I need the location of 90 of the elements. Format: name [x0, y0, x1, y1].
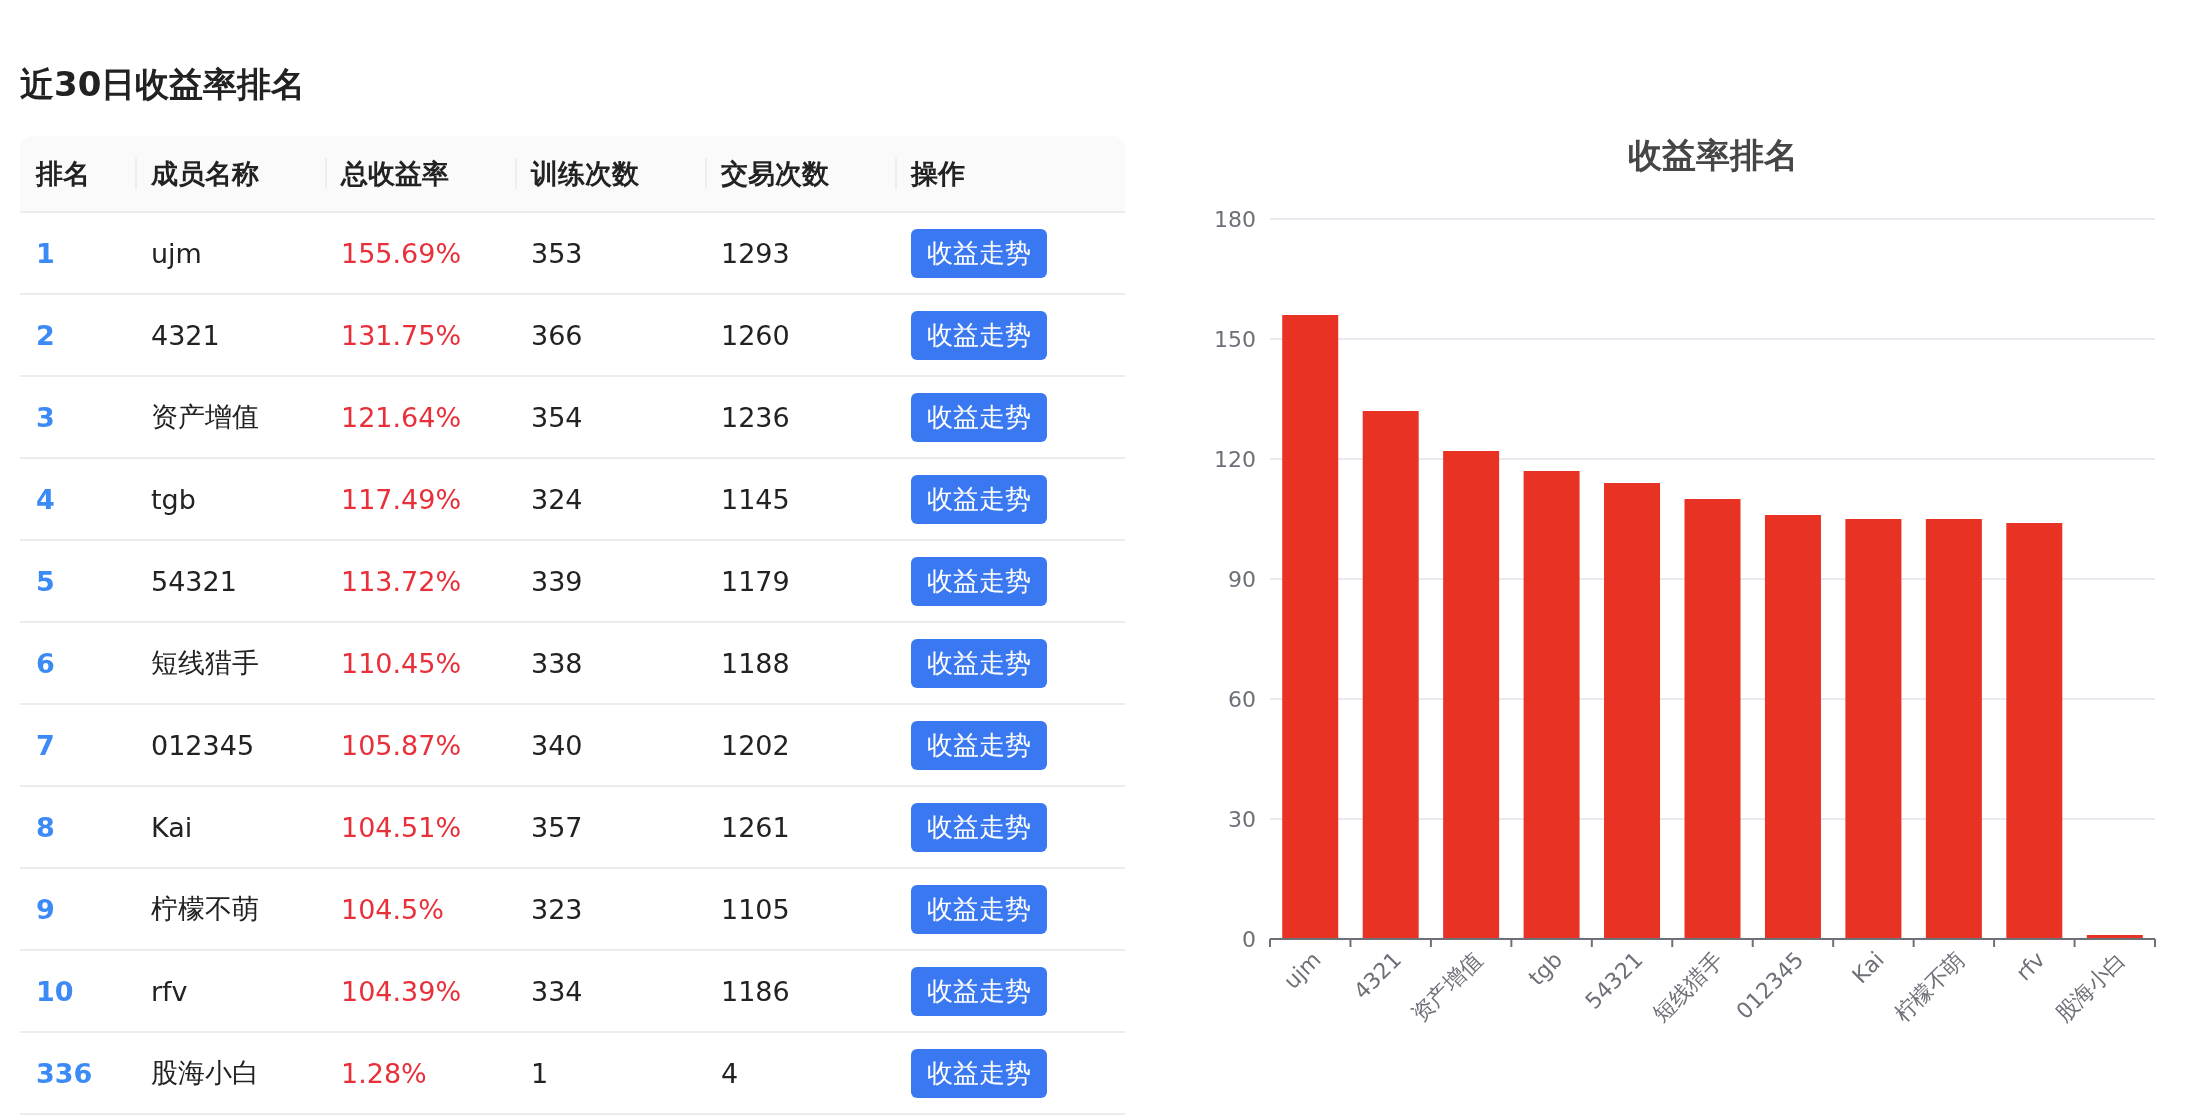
member-name: 012345	[151, 729, 255, 761]
rank-number: 8	[36, 811, 55, 843]
return-rate: 110.45%	[341, 647, 462, 679]
trade-count: 1105	[721, 893, 790, 925]
return-rate: 131.75%	[341, 319, 462, 351]
x-tick-label: 资产增值	[1406, 946, 1487, 1027]
trade-count: 1188	[721, 647, 790, 679]
x-tick-label: ujm	[1278, 946, 1326, 994]
column-header: 总收益率	[325, 136, 515, 211]
rank-number: 336	[36, 1057, 93, 1089]
member-name: Kai	[151, 811, 193, 843]
rank-number: 1	[36, 237, 55, 269]
rank-number: 10	[36, 975, 74, 1007]
x-tick-label: tgb	[1523, 946, 1568, 991]
training-count: 353	[531, 237, 583, 269]
y-tick-label: 120	[1214, 447, 1256, 472]
trend-button[interactable]: 收益走势	[911, 1048, 1047, 1098]
trade-count: 1236	[721, 401, 790, 433]
x-tick-label: 柠檬不萌	[1889, 946, 1970, 1027]
rank-number: 9	[36, 893, 55, 925]
trend-button[interactable]: 收益走势	[911, 392, 1047, 442]
rank-number: 5	[36, 565, 55, 597]
trend-button[interactable]: 收益走势	[911, 474, 1047, 524]
training-count: 354	[531, 401, 583, 433]
trade-count: 4	[721, 1057, 739, 1089]
return-rate: 104.39%	[341, 975, 462, 1007]
trend-button[interactable]: 收益走势	[911, 884, 1047, 934]
column-header: 交易次数	[705, 136, 895, 211]
trend-button[interactable]: 收益走势	[911, 802, 1047, 852]
trade-count: 1260	[721, 319, 790, 351]
member-name: 股海小白	[151, 1056, 259, 1090]
x-tick-label: 短线猎手	[1648, 946, 1729, 1027]
training-count: 357	[531, 811, 583, 843]
training-count: 324	[531, 483, 583, 515]
member-name: 短线猎手	[151, 646, 259, 680]
column-header: 训练次数	[515, 136, 705, 211]
bar	[2086, 935, 2143, 939]
trend-button[interactable]: 收益走势	[911, 310, 1047, 360]
return-rate: 155.69%	[341, 237, 462, 269]
training-count: 340	[531, 729, 583, 761]
training-count: 338	[531, 647, 583, 679]
x-tick-label: Kai	[1847, 946, 1889, 989]
trend-button[interactable]: 收益走势	[911, 966, 1047, 1016]
return-rate: 104.51%	[341, 811, 462, 843]
rank-number: 3	[36, 401, 55, 433]
trade-count: 1179	[721, 565, 790, 597]
member-name: 54321	[151, 565, 237, 597]
training-count: 323	[531, 893, 583, 925]
column-header: 操作	[895, 136, 1125, 211]
member-name: rfv	[151, 975, 188, 1007]
rank-number: 6	[36, 647, 55, 679]
y-tick-label: 90	[1228, 567, 1256, 592]
y-tick-label: 60	[1228, 687, 1256, 712]
trade-count: 1293	[721, 237, 790, 269]
return-rate: 105.87%	[341, 729, 462, 761]
trade-count: 1261	[721, 811, 790, 843]
training-count: 339	[531, 565, 583, 597]
x-tick-label: rfv	[2011, 946, 2050, 986]
trade-count: 1186	[721, 975, 790, 1007]
member-name: 4321	[151, 319, 220, 351]
member-name: 柠檬不萌	[151, 892, 259, 926]
training-count: 334	[531, 975, 583, 1007]
column-header: 成员名称	[135, 136, 325, 211]
training-count: 366	[531, 319, 583, 351]
return-rate: 117.49%	[341, 483, 462, 515]
trend-button[interactable]: 收益走势	[911, 638, 1047, 688]
y-tick-label: 30	[1228, 807, 1256, 832]
trade-count: 1202	[721, 729, 790, 761]
trend-button[interactable]: 收益走势	[911, 228, 1047, 278]
return-rate: 121.64%	[341, 401, 462, 433]
return-rate: 1.28%	[341, 1057, 427, 1089]
y-tick-label: 150	[1214, 327, 1256, 352]
y-tick-label: 0	[1242, 927, 1256, 952]
y-tick-label: 180	[1214, 207, 1256, 232]
member-name: tgb	[151, 483, 196, 515]
chart-title: 收益率排名	[1627, 135, 1798, 175]
trend-button[interactable]: 收益走势	[911, 720, 1047, 770]
return-rate: 104.5%	[341, 893, 444, 925]
rank-number: 4	[36, 483, 55, 515]
member-name: ujm	[151, 237, 202, 269]
trade-count: 1145	[721, 483, 790, 515]
rank-number: 7	[36, 729, 55, 761]
member-name: 资产增值	[151, 400, 259, 434]
rank-number: 2	[36, 319, 55, 351]
return-rate: 113.72%	[341, 565, 462, 597]
column-header: 排名	[34, 156, 91, 191]
x-tick-label: 股海小白	[2050, 946, 2131, 1027]
page-title: 近30日收益率排名	[20, 63, 307, 106]
trend-button[interactable]: 收益走势	[911, 556, 1047, 606]
training-count: 1	[531, 1057, 549, 1089]
